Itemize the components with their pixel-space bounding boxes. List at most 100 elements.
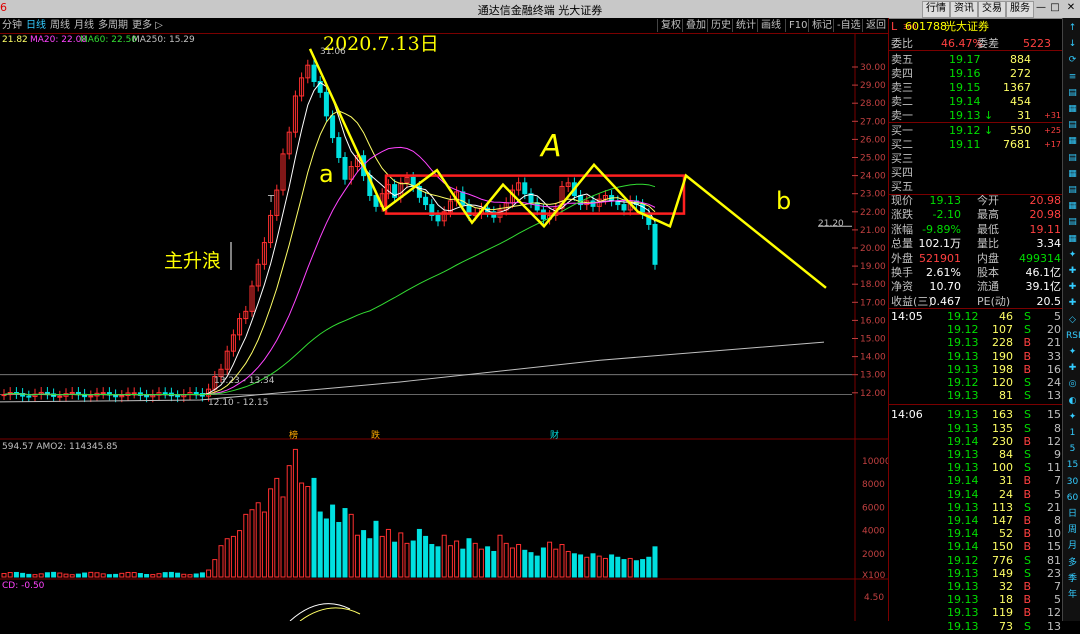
volume-bar bbox=[311, 477, 317, 578]
volume-bar bbox=[435, 546, 441, 578]
toolbar-button[interactable]: 5 bbox=[1066, 443, 1079, 455]
chart-area[interactable]: 30.00 29.00 28.00 27.00 26.00 25.00 24.00 23.00… bbox=[0, 34, 888, 621]
toolbar-button[interactable]: 月 bbox=[1066, 540, 1079, 552]
sep-asks bbox=[889, 122, 1063, 123]
toolbar-button[interactable]: ▤ bbox=[1066, 216, 1079, 228]
toolbar-button[interactable]: ≡ bbox=[1066, 71, 1079, 83]
toolbar-button[interactable]: ✚ bbox=[1066, 265, 1079, 277]
tick-volume: 100 bbox=[992, 461, 1013, 475]
toolbar-button[interactable]: 多 bbox=[1066, 557, 1079, 569]
tab-minute[interactable]: 分钟 bbox=[2, 19, 22, 32]
toolbar-button[interactable]: ◐ bbox=[1066, 395, 1079, 407]
tick-side: S bbox=[1024, 461, 1031, 475]
toolbar-button[interactable]: ◇ bbox=[1066, 314, 1079, 326]
tab-monthly[interactable]: 月线 bbox=[74, 19, 94, 32]
ask-volume: 31 bbox=[1017, 109, 1031, 122]
mark-button[interactable]: 标记 bbox=[808, 19, 832, 32]
bid-change: +25 bbox=[1044, 126, 1061, 135]
candle-body bbox=[336, 137, 342, 158]
tab-weekly[interactable]: 周线 bbox=[50, 19, 70, 32]
toolbar-button[interactable]: 周 bbox=[1066, 524, 1079, 536]
toolbar-button[interactable]: ✦ bbox=[1066, 346, 1079, 358]
back-button[interactable]: 返回 bbox=[862, 19, 886, 32]
volume-bar bbox=[168, 571, 174, 578]
tab-daily[interactable]: 日线 bbox=[26, 19, 46, 32]
tick-count: 8 bbox=[1054, 514, 1061, 527]
menu-fuwu[interactable]: 服务 bbox=[1006, 1, 1034, 18]
toolbar-button[interactable]: 年 bbox=[1066, 589, 1079, 601]
close-button[interactable]: ✕ bbox=[1064, 1, 1078, 15]
wave-annotation-line bbox=[308, 48, 827, 289]
tick-side: S bbox=[1024, 500, 1031, 514]
toolbar-button[interactable]: 60 bbox=[1066, 492, 1079, 504]
candle-body bbox=[88, 395, 94, 398]
f10-button[interactable]: F10 bbox=[785, 19, 807, 32]
toolbar-button[interactable]: 1 bbox=[1066, 427, 1079, 439]
stat-row: 涨幅 -9.89% 最低 19.11 bbox=[891, 223, 1061, 237]
tick-row: 19.14 52 B 10 bbox=[891, 527, 1061, 541]
toolbar-button[interactable]: ▦ bbox=[1066, 233, 1079, 245]
toolbar-button[interactable]: ↓ bbox=[1066, 38, 1079, 50]
tick-price: 19.13 bbox=[947, 362, 979, 376]
toolbar-button[interactable]: ▦ bbox=[1066, 135, 1079, 147]
history-button[interactable]: 历史 bbox=[707, 19, 731, 32]
toolbar-button[interactable]: ✚ bbox=[1066, 297, 1079, 309]
menu-zixun[interactable]: 资讯 bbox=[950, 1, 978, 18]
volume-bar bbox=[82, 572, 88, 578]
tick-count: 5 bbox=[1054, 593, 1061, 607]
minimize-button[interactable]: — bbox=[1034, 1, 1048, 15]
toolbar-button[interactable]: ✦ bbox=[1066, 249, 1079, 261]
menu-jiaoyi[interactable]: 交易 bbox=[978, 1, 1006, 18]
ask-label: 卖四 bbox=[891, 67, 913, 80]
toolbar-button[interactable]: ↑ bbox=[1066, 22, 1079, 34]
volume-tick-label: 10000 bbox=[862, 457, 888, 467]
volume-bar bbox=[150, 574, 156, 578]
toolbar-button[interactable]: ▦ bbox=[1066, 200, 1079, 212]
tick-price: 19.13 bbox=[947, 448, 979, 461]
tick-side: B bbox=[1023, 336, 1031, 350]
diejia-button[interactable]: 叠加 bbox=[682, 19, 706, 32]
draw-line-button[interactable]: 画线 bbox=[757, 19, 781, 32]
ma-legend-ma20: MA20: 22.08 bbox=[30, 35, 87, 45]
stat-value: 521901 bbox=[919, 251, 961, 265]
toolbar-button[interactable]: 15 bbox=[1066, 459, 1079, 471]
toolbar-button[interactable]: ⟳ bbox=[1066, 54, 1079, 66]
toolbar-button[interactable]: 季 bbox=[1066, 573, 1079, 585]
menu-hangqing[interactable]: 行情 bbox=[922, 1, 950, 18]
toolbar-button[interactable]: ✦ bbox=[1066, 411, 1079, 423]
kline-chart[interactable]: 30.00 29.00 28.00 27.00 26.00 25.00 24.00 23.00… bbox=[0, 34, 888, 621]
period-tabbar: 分钟 日线 周线 月线 多周期 更多 ▷ 复权 叠加 历史 统计 画线 F10 … bbox=[0, 18, 888, 34]
tab-multi-period[interactable]: 多周期 bbox=[98, 19, 128, 32]
toolbar-button[interactable]: ◎ bbox=[1066, 378, 1079, 390]
macd-signal-curve bbox=[299, 607, 361, 621]
volume-bar bbox=[100, 573, 106, 578]
toolbar-button[interactable]: 日 bbox=[1066, 508, 1079, 520]
bid-label: 买二 bbox=[891, 138, 913, 151]
toolbar-button[interactable]: ✚ bbox=[1066, 362, 1079, 374]
toolbar-button[interactable]: ▤ bbox=[1066, 87, 1079, 99]
toolbar-button[interactable]: ✚ bbox=[1066, 281, 1079, 293]
stats-button[interactable]: 统计 bbox=[732, 19, 756, 32]
toolbar-button[interactable]: ▦ bbox=[1066, 103, 1079, 115]
toolbar-button[interactable]: 30 bbox=[1066, 476, 1079, 488]
tick-count: 16 bbox=[1047, 362, 1061, 376]
stat-value: 0.467 bbox=[929, 294, 962, 308]
toolbar-button[interactable]: ▤ bbox=[1066, 119, 1079, 131]
stat-label: 换手 bbox=[891, 266, 913, 279]
toolbar-button[interactable]: ▤ bbox=[1066, 184, 1079, 196]
fuquan-button[interactable]: 复权 bbox=[657, 19, 681, 32]
stat-row: 涨跌 -2.10 最高 20.98 bbox=[891, 208, 1061, 222]
volume-bar bbox=[32, 574, 38, 578]
tick-row: 19.14 230 B 12 bbox=[891, 435, 1061, 449]
maximize-button[interactable]: □ bbox=[1048, 1, 1062, 15]
candlesticks bbox=[1, 59, 658, 403]
tick-count: 23 bbox=[1047, 566, 1061, 580]
toolbar-button[interactable]: ▦ bbox=[1066, 168, 1079, 180]
tab-more[interactable]: 更多 ▷ bbox=[132, 19, 163, 32]
toolbar-button[interactable]: ▤ bbox=[1066, 152, 1079, 164]
tick-row: 14:06 19.13 163 S 15 bbox=[891, 408, 1061, 422]
add-watchlist-button[interactable]: -自选 bbox=[833, 19, 861, 32]
tick-side: B bbox=[1023, 580, 1031, 593]
volume-bar bbox=[212, 559, 218, 578]
toolbar-button[interactable]: RSI bbox=[1066, 330, 1080, 342]
